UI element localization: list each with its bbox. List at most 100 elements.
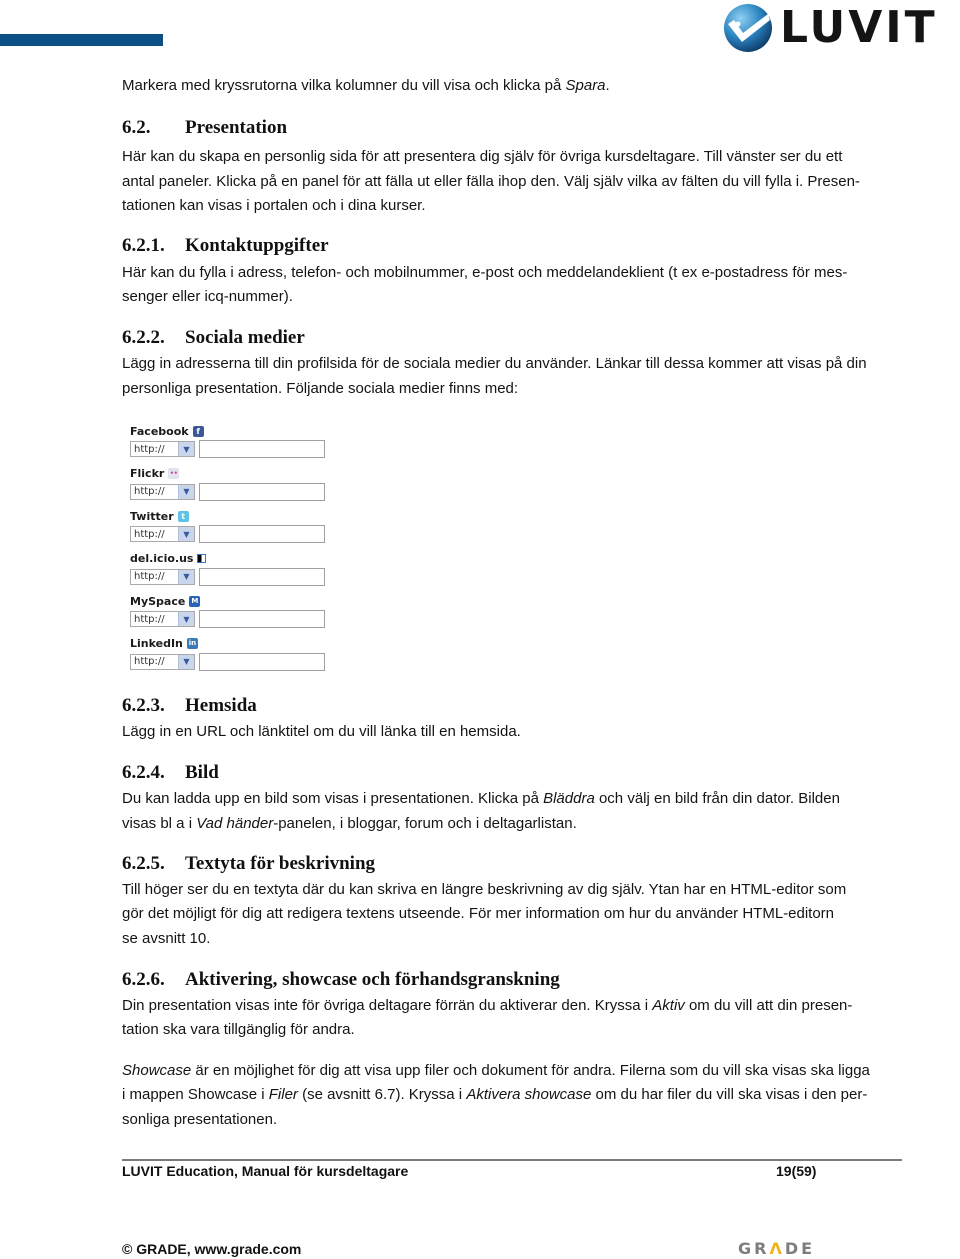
chevron-down-icon[interactable]: ▼ [178,569,194,584]
footer-copyright: © GRADE, www.grade.com [122,1241,302,1257]
paragraph-line: Du kan ladda upp en bild som visas i pre… [122,787,840,812]
social-field-myspace: MySpace M http:// ▼ [130,594,330,637]
paragraph-line: gör det möjligt för dig att redigera tex… [122,905,835,922]
section-heading-6-2: 6.2. Presentation [122,117,287,139]
section-number: 6.2.3. [122,695,165,716]
luvit-wordmark: LUVIT [780,2,938,53]
section-number: 6.2.4. [122,762,165,783]
footer-divider [122,1159,902,1161]
text-run: om du har filer du vill ska visas i den … [591,1086,868,1103]
paragraph-line: i mappen Showcase i Filer (se avsnitt 6.… [122,1083,867,1108]
grade-logo: GRΛDE [738,1239,815,1258]
protocol-value: http:// [134,528,165,540]
twitter-icon: t [177,510,189,522]
chevron-down-icon[interactable]: ▼ [178,612,194,627]
section-title: Sociala medier [185,327,305,348]
section-title: Hemsida [185,695,257,716]
filer-emphasis: Filer [268,1086,298,1103]
social-label: del.icio.us [130,552,194,566]
section-heading-6-2-1: 6.2.1. Kontaktuppgifter [122,235,329,257]
footer-document-title: LUVIT Education, Manual för kursdeltagar… [122,1163,409,1179]
social-field-delicious: del.icio.us http:// ▼ [130,552,330,595]
section-number: 6.2.2. [122,327,165,348]
paragraph-line: Din presentation visas inte för övriga d… [122,994,852,1019]
delicious-url-input[interactable] [199,567,325,586]
chevron-down-icon[interactable]: ▼ [178,654,194,669]
section-heading-6-2-6: 6.2.6. Aktivering, showcase och förhandsg… [122,969,560,991]
section-heading-6-2-3: 6.2.3. Hemsida [122,695,257,717]
section-title: Bild [185,762,219,783]
text-run: i mappen Showcase i [122,1086,269,1103]
social-media-form: Facebook f http:// ▼ Flickr •• http:// ▼ Twi… [130,424,330,680]
protocol-value: http:// [134,571,165,583]
text-run: och välj en bild från din dator. Bilden [594,790,840,807]
social-field-flickr: Flickr •• http:// ▼ [130,467,330,510]
paragraph-line: antal paneler. Klicka på en panel för at… [122,173,860,190]
text-run: (se avsnitt 6.7). Kryssa i [297,1086,467,1103]
paragraph-line: Lägg in en URL och länktitel om du vill … [122,723,521,740]
paragraph-line: Lägg in adresserna till din profilsida f… [122,355,867,372]
protocol-select[interactable]: http:// ▼ [130,653,195,670]
section-number: 6.2. [122,117,151,138]
linkedin-icon: in [186,638,198,650]
paragraph-line: Här kan du skapa en personlig sida för a… [122,148,843,165]
text-run: visas bl a i [122,815,197,832]
paragraph-line: sonliga presentationen. [122,1111,278,1128]
social-label: Flickr [130,467,165,481]
section-title: Kontaktuppgifter [185,235,329,256]
social-label: MySpace [130,594,186,608]
social-field-twitter: Twitter t http:// ▼ [130,509,330,552]
paragraph-line: tationen kan visas i portalen och i dina… [122,197,426,214]
twitter-url-input[interactable] [199,525,325,544]
chevron-down-icon[interactable]: ▼ [178,527,194,542]
protocol-value: http:// [134,486,165,498]
paragraph-line: Här kan du fylla i adress, telefon- och … [122,264,848,281]
grade-logo-accent: Λ [769,1239,785,1258]
aktiv-emphasis: Aktiv [652,997,685,1014]
header-accent-bar [0,34,163,46]
paragraph-line: tation ska vara tillgänglig för andra. [122,1021,355,1038]
luvit-globe-icon [724,4,772,52]
intro-text: Markera med kryssrutorna vilka kolumner … [122,77,566,94]
aktivera-showcase-emphasis: Aktivera showcase [466,1086,592,1103]
section-title: Presentation [185,117,288,138]
social-field-facebook: Facebook f http:// ▼ [130,424,330,467]
luvit-logo: LUVIT [722,2,958,54]
social-label: Facebook [130,424,189,438]
bladdra-emphasis: Bläddra [543,790,595,807]
protocol-value: http:// [134,613,165,625]
text-run: är en möjlighet för dig att visa upp fil… [191,1062,870,1079]
text-run: Du kan ladda upp en bild som visas i pre… [122,790,544,807]
section-number: 6.2.1. [122,235,165,256]
flickr-icon: •• [168,468,180,480]
chevron-down-icon[interactable]: ▼ [178,484,194,499]
section-title: Textyta för beskrivning [185,853,376,874]
protocol-select[interactable]: http:// ▼ [130,611,195,628]
social-label: LinkedIn [130,637,183,651]
section-heading-6-2-5: 6.2.5. Textyta för beskrivning [122,853,375,875]
showcase-emphasis: Showcase [122,1062,192,1079]
myspace-icon: M [189,595,201,607]
facebook-url-input[interactable] [199,440,325,458]
myspace-url-input[interactable] [199,610,325,629]
paragraph-line: personliga presentation. Följande social… [122,380,519,397]
grade-logo-text: GR [738,1239,770,1258]
linkedin-url-input[interactable] [199,652,325,671]
protocol-value: http:// [134,443,165,455]
paragraph-line: Till höger ser du en textyta där du kan … [122,881,847,898]
protocol-select[interactable]: http:// ▼ [130,483,195,500]
protocol-select[interactable]: http:// ▼ [130,568,195,585]
section-heading-6-2-2: 6.2.2. Sociala medier [122,327,305,349]
section-title: Aktivering, showcase och förhandsgranskn… [185,969,560,990]
protocol-select[interactable]: http:// ▼ [130,441,195,457]
protocol-value: http:// [134,656,165,668]
protocol-select[interactable]: http:// ▼ [130,526,195,543]
text-run: -panelen, i bloggar, forum och i deltaga… [273,815,577,832]
text-run: Din presentation visas inte för övriga d… [122,997,653,1014]
social-label: Twitter [130,509,174,523]
chevron-down-icon[interactable]: ▼ [178,442,194,456]
paragraph-line: senger eller icq-nummer). [122,288,293,305]
flickr-url-input[interactable] [199,482,325,501]
intro-text-end: . [605,77,610,94]
paragraph-line: Showcase är en möjlighet för dig att vis… [122,1059,870,1084]
